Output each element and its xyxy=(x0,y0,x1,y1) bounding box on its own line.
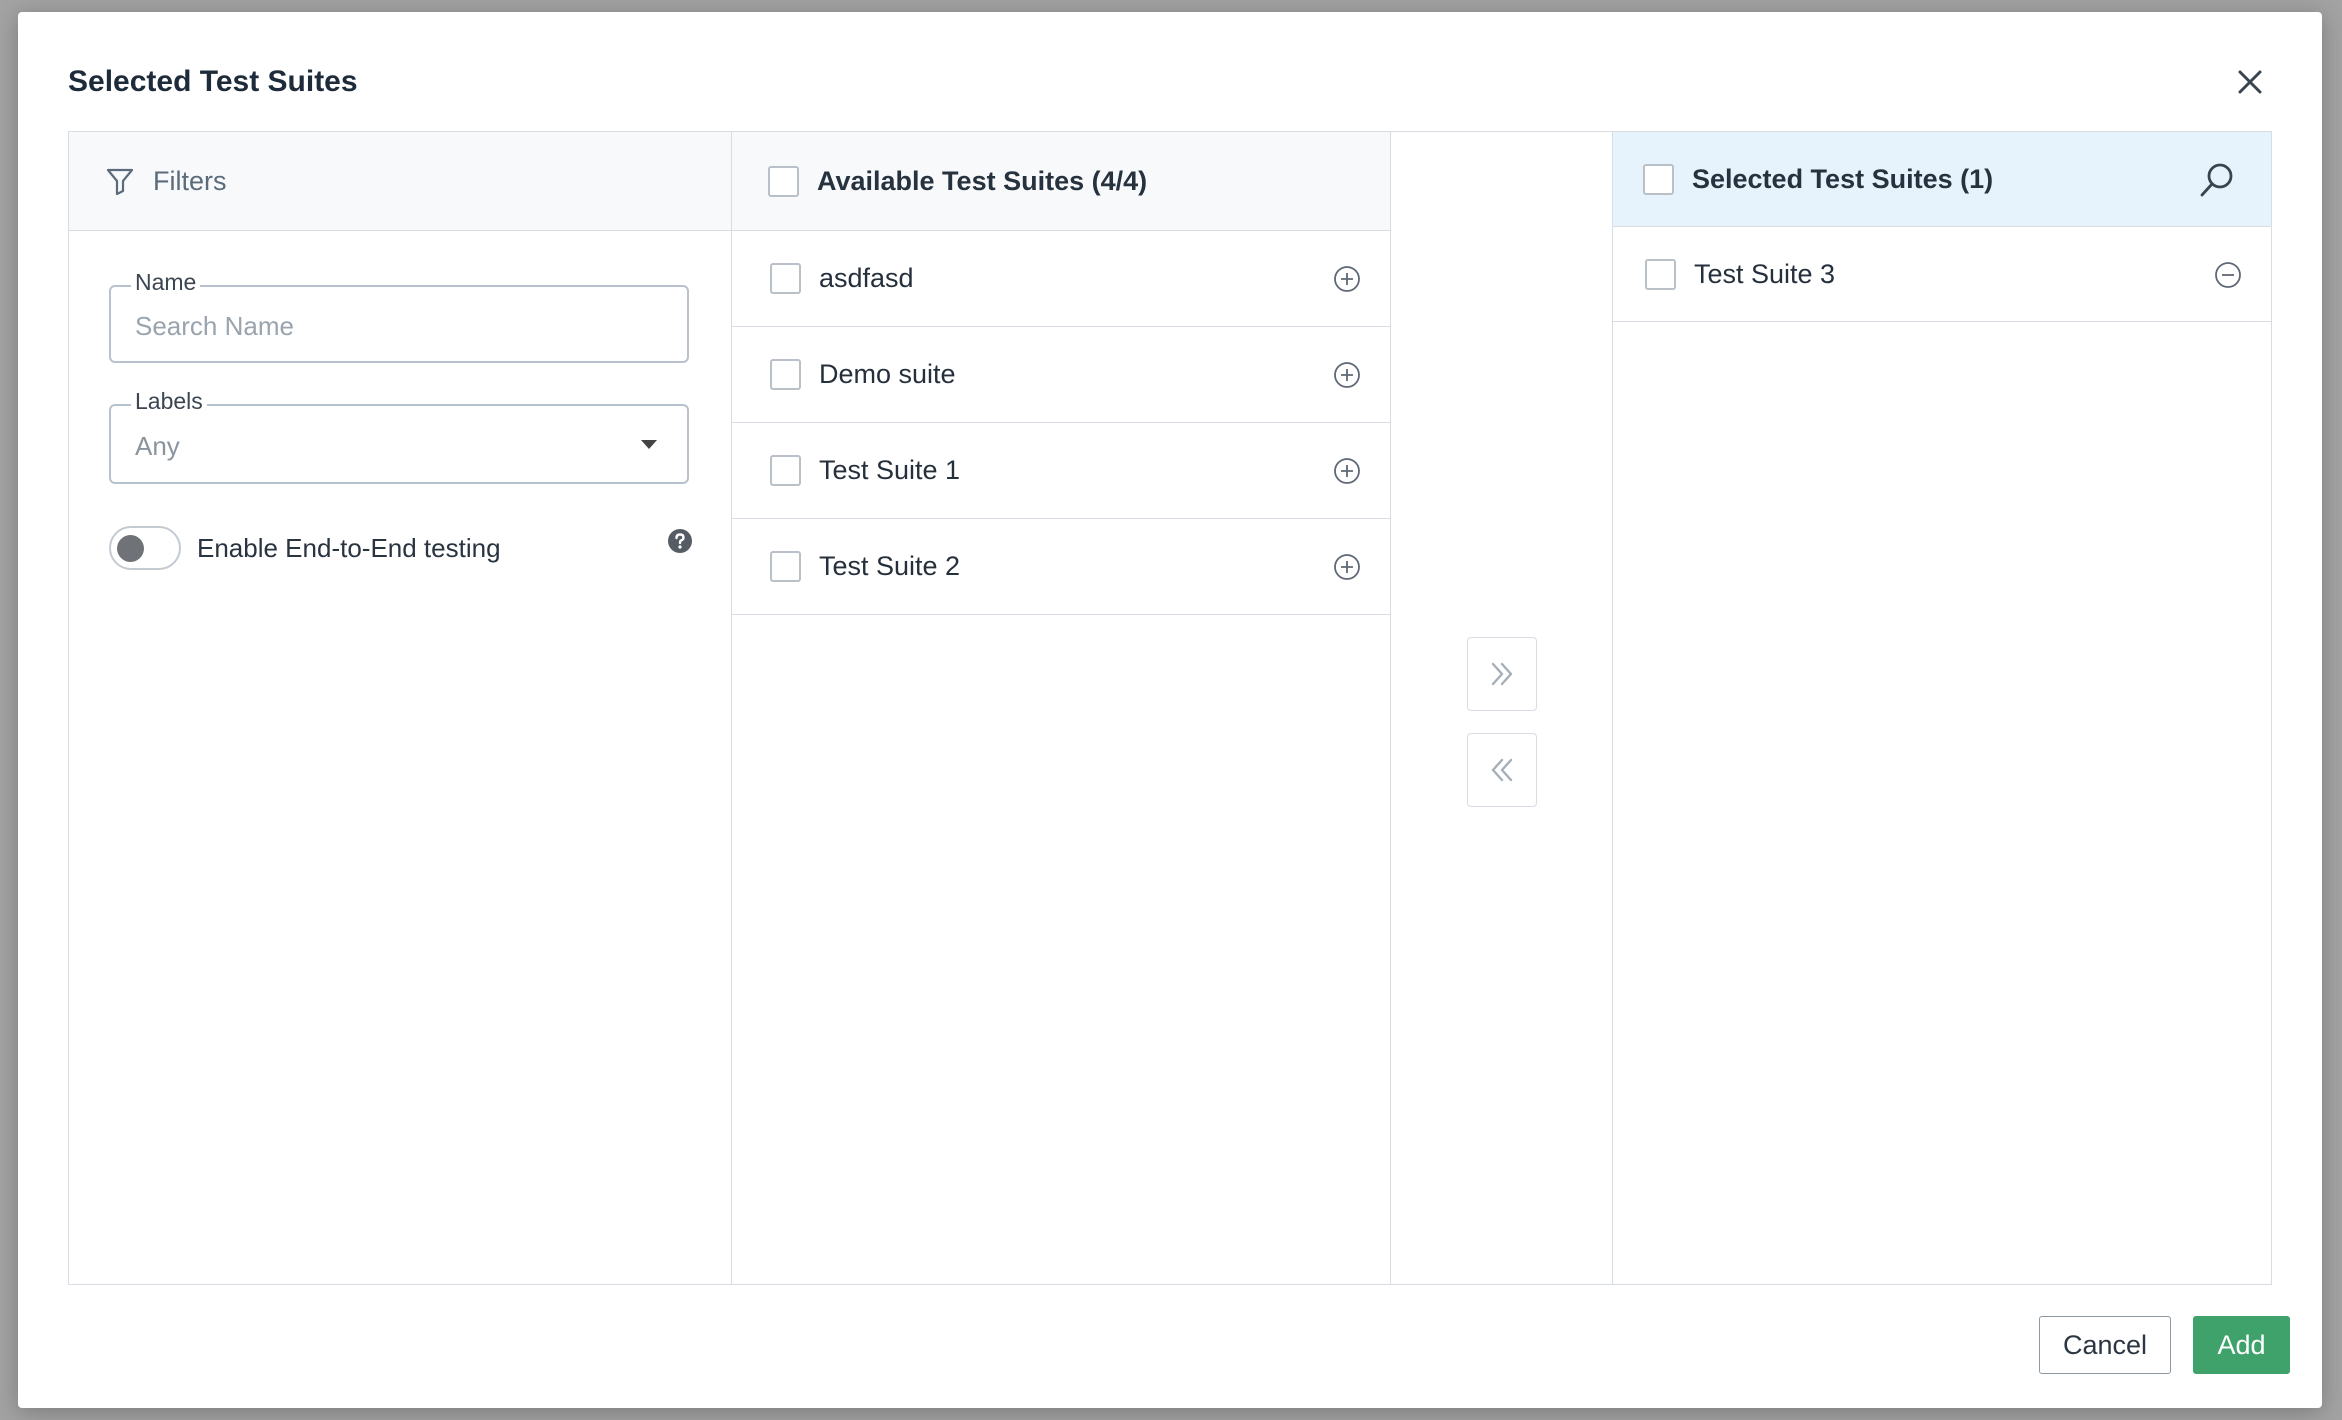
caret-down-icon xyxy=(641,440,657,449)
dual-list-panel: Filters Name Labels Any Enable End-to-En… xyxy=(68,131,2272,1285)
item-label: asdfasd xyxy=(819,263,914,293)
close-icon xyxy=(2238,70,2262,94)
add-circle-icon[interactable] xyxy=(1332,360,1362,390)
item-label: Test Suite 1 xyxy=(819,455,961,485)
item-label: Demo suite xyxy=(819,359,956,389)
search-icon[interactable] xyxy=(2197,160,2237,200)
remove-circle-icon[interactable] xyxy=(2213,260,2243,290)
labels-selected-value: Any xyxy=(135,431,180,461)
help-icon[interactable] xyxy=(667,528,693,554)
modal-header: Selected Test Suites xyxy=(68,52,2272,112)
transfer-controls xyxy=(1391,132,1613,1284)
select-all-available-checkbox[interactable] xyxy=(768,165,799,197)
available-header-label: Available Test Suites (4/4) xyxy=(817,165,1148,196)
filter-icon xyxy=(106,168,134,196)
selected-test-suites-modal: Selected Test Suites Filters Name Labels… xyxy=(18,12,2322,1408)
item-label: Test Suite 3 xyxy=(1694,258,1836,289)
selected-header: Selected Test Suites (1) xyxy=(1613,132,2271,227)
e2e-toggle-row: Enable End-to-End testing xyxy=(109,526,693,570)
item-checkbox[interactable] xyxy=(770,263,801,294)
name-field-label: Name xyxy=(131,269,201,296)
labels-field-label: Labels xyxy=(131,388,207,415)
select-all-selected-checkbox[interactable] xyxy=(1643,163,1674,195)
list-item: Demo suite xyxy=(732,327,1390,423)
item-checkbox[interactable] xyxy=(770,455,801,486)
available-column: Available Test Suites (4/4) asdfasd Demo… xyxy=(732,132,1391,1284)
list-item: Test Suite 2 xyxy=(732,519,1390,615)
filters-header: Filters xyxy=(69,132,731,231)
add-circle-icon[interactable] xyxy=(1332,456,1362,486)
cancel-button[interactable]: Cancel xyxy=(2039,1316,2171,1374)
selected-column: Selected Test Suites (1) Test Suite 3 xyxy=(1613,132,2271,1284)
name-filter-field: Name xyxy=(109,269,689,363)
move-all-left-button[interactable] xyxy=(1467,733,1537,807)
double-chevron-right-icon xyxy=(1491,662,1513,686)
selected-header-label: Selected Test Suites (1) xyxy=(1692,163,1994,194)
item-label: Test Suite 2 xyxy=(819,551,961,581)
item-checkbox[interactable] xyxy=(770,551,801,582)
move-all-right-button[interactable] xyxy=(1467,637,1537,711)
filters-label: Filters xyxy=(153,165,227,196)
add-circle-icon[interactable] xyxy=(1332,264,1362,294)
double-chevron-left-icon xyxy=(1491,758,1513,782)
e2e-toggle-label: Enable End-to-End testing xyxy=(197,532,501,563)
search-name-input[interactable] xyxy=(135,309,655,343)
list-item: Test Suite 1 xyxy=(732,423,1390,519)
e2e-toggle[interactable] xyxy=(109,526,181,570)
item-checkbox[interactable] xyxy=(1645,258,1676,290)
close-button[interactable] xyxy=(2228,60,2272,104)
list-item: asdfasd xyxy=(732,231,1390,327)
add-button[interactable]: Add xyxy=(2193,1316,2290,1374)
add-circle-icon[interactable] xyxy=(1332,552,1362,582)
filters-column: Filters Name Labels Any Enable End-to-En… xyxy=(69,132,732,1284)
list-item: Test Suite 3 xyxy=(1613,227,2271,322)
item-checkbox[interactable] xyxy=(770,359,801,390)
toggle-knob xyxy=(117,535,144,562)
modal-title: Selected Test Suites xyxy=(68,65,358,98)
labels-filter-select[interactable]: Labels Any xyxy=(109,388,689,484)
available-header: Available Test Suites (4/4) xyxy=(732,132,1390,231)
